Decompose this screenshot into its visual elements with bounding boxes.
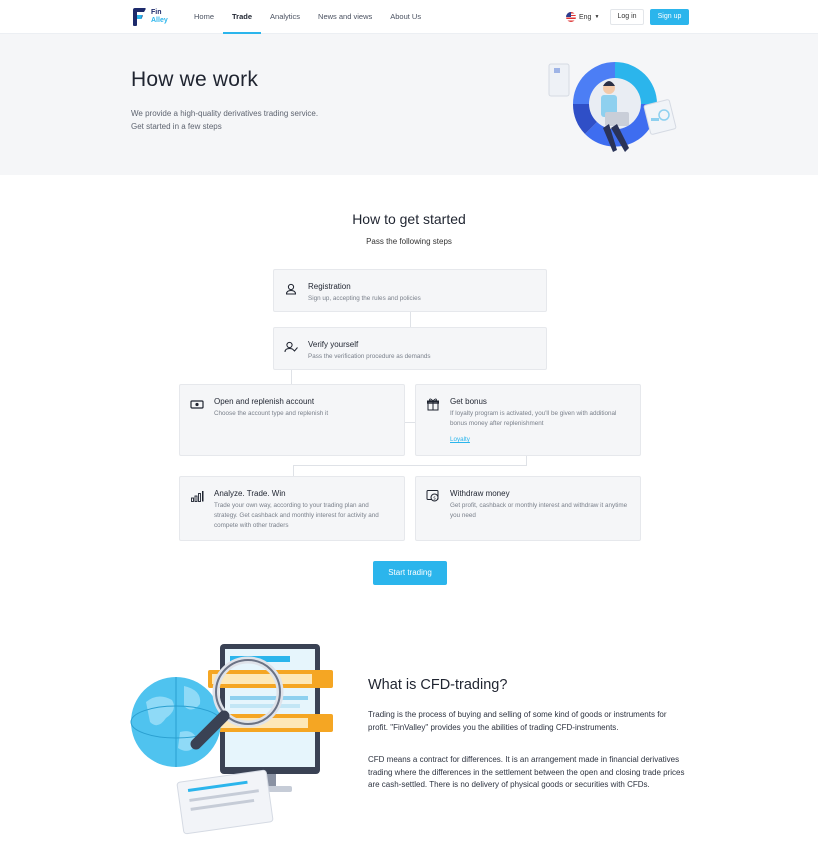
- step-title: Open and replenish account: [214, 397, 315, 406]
- connector-line: [293, 465, 294, 476]
- connector-line: [293, 465, 527, 466]
- finvalley-logo[interactable]: Fin Alley: [131, 7, 168, 27]
- loyalty-link[interactable]: Loyalty: [450, 436, 470, 443]
- step-description: Pass the verification procedure as deman…: [308, 353, 431, 360]
- logo-text-line1: Fin: [151, 9, 162, 16]
- svg-text:$: $: [433, 495, 436, 501]
- hero-subtitle: We provide a high-quality derivatives tr…: [131, 107, 318, 133]
- step-card-withdraw-money: $ Withdraw money Get profit, cashback or…: [415, 476, 641, 541]
- cfd-section-title: What is CFD-trading?: [368, 677, 508, 693]
- nav-trade[interactable]: Trade: [223, 0, 262, 34]
- step-card-get-bonus: Get bonus If loyalty program is activate…: [415, 384, 641, 456]
- step-description: Trade your own way, according to your tr…: [214, 502, 379, 529]
- steps-section-subtitle: Pass the following steps: [366, 237, 452, 246]
- step-card-verify: Verify yourself Pass the verification pr…: [273, 327, 547, 370]
- bar-chart-icon: [191, 491, 204, 502]
- hero-subtitle-line2: Get started in a few steps: [131, 122, 222, 131]
- top-navigation-bar: Fin Alley Home Trade Analytics News and …: [0, 0, 818, 34]
- logo-text-line2: Alley: [151, 17, 168, 24]
- step-description: Choose the account type and replenish it: [214, 410, 329, 417]
- connector-line: [526, 456, 527, 465]
- connector-line: [291, 370, 292, 384]
- chevron-down-icon: ▼: [594, 14, 600, 20]
- cfd-illustration: [130, 644, 333, 835]
- user-icon: [285, 283, 297, 295]
- withdraw-icon: $: [426, 490, 439, 502]
- hero-subtitle-line1: We provide a high-quality derivatives tr…: [131, 109, 319, 118]
- step-title: Analyze. Trade. Win: [214, 489, 286, 498]
- banknote-icon: [190, 400, 204, 409]
- nav-about-us[interactable]: About Us: [381, 0, 430, 34]
- nav-news-and-views[interactable]: News and views: [309, 0, 381, 34]
- step-description: If loyalty program is activated, you'll …: [450, 410, 617, 427]
- nav-analytics[interactable]: Analytics: [261, 0, 309, 34]
- login-button[interactable]: Log in: [610, 9, 644, 25]
- logo-icon: [133, 8, 146, 26]
- step-title: Verify yourself: [308, 340, 359, 349]
- signup-button[interactable]: Sign up: [650, 9, 689, 25]
- connector-line: [405, 422, 415, 423]
- step-description: Sign up, accepting the rules and policie…: [308, 295, 421, 302]
- nav-home[interactable]: Home: [185, 0, 223, 34]
- us-flag-icon: [566, 12, 576, 22]
- user-check-icon: [284, 341, 298, 353]
- step-title: Withdraw money: [450, 489, 510, 498]
- step-title: Registration: [308, 282, 351, 291]
- hero-illustration: [548, 62, 677, 152]
- steps-section-title: How to get started: [352, 211, 466, 227]
- cfd-paragraph-1: Trading is the process of buying and sel…: [368, 710, 667, 732]
- language-label: Eng: [579, 13, 592, 21]
- step-card-registration: Registration Sign up, accepting the rule…: [273, 269, 547, 312]
- step-title: Get bonus: [450, 397, 487, 406]
- page-title: How we work: [131, 68, 259, 91]
- step-card-open-account: Open and replenish account Choose the ac…: [179, 384, 405, 456]
- hero-section: How we work We provide a high-quality de…: [0, 34, 818, 175]
- gift-icon: [427, 398, 439, 411]
- language-selector[interactable]: Eng ▼: [566, 12, 599, 22]
- connector-line: [410, 312, 411, 327]
- step-card-analyze-trade-win: Analyze. Trade. Win Trade your own way, …: [179, 476, 405, 541]
- start-trading-button[interactable]: Start trading: [373, 561, 447, 585]
- step-description: Get profit, cashback or monthly interest…: [450, 502, 628, 519]
- cfd-paragraph-2: CFD means a contract for differences. It…: [368, 755, 685, 789]
- main-nav: Home Trade Analytics News and views Abou…: [185, 0, 430, 34]
